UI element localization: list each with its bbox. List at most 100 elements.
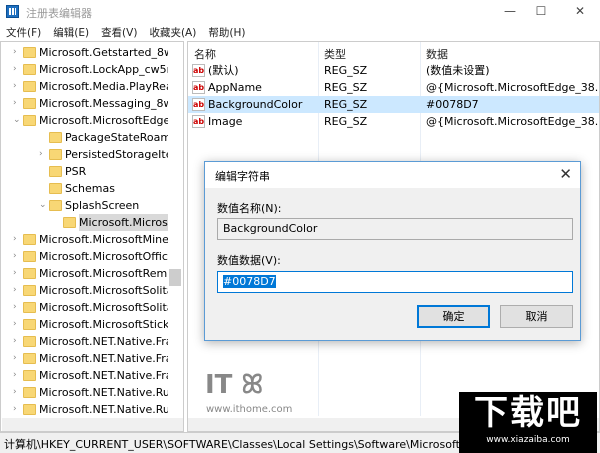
menu-view[interactable]: 查看(V) xyxy=(95,23,143,41)
expand-chevron-icon[interactable]: › xyxy=(13,248,23,265)
folder-icon xyxy=(23,387,36,398)
tree-item-label: Microsoft.MicrosoftOffic xyxy=(39,250,168,263)
tree-item[interactable]: Schemas xyxy=(1,180,167,197)
tree-item-label: Microsoft.Microsc xyxy=(79,214,174,231)
tree-item[interactable]: ⌄ SplashScreen xyxy=(1,197,167,214)
string-value-icon: ab xyxy=(192,64,205,77)
expand-chevron-icon[interactable]: › xyxy=(13,401,23,418)
value-data: #0078D7 xyxy=(426,98,479,111)
tree-item[interactable]: › Microsoft.MicrosoftMine xyxy=(1,231,169,248)
tree-item-label: Microsoft.Getstarted_8w xyxy=(39,46,174,59)
value-name-field: BackgroundColor xyxy=(217,218,573,240)
tree-item[interactable]: › Microsoft.LockApp_cw5r xyxy=(1,61,171,78)
expand-chevron-icon[interactable]: › xyxy=(13,384,23,401)
tree-item-label: SplashScreen xyxy=(65,199,140,212)
value-data-input[interactable]: #0078D7 xyxy=(217,271,573,293)
tree-item-label: Schemas xyxy=(65,182,115,195)
folder-icon xyxy=(23,64,36,75)
maximize-button[interactable]: ☐ xyxy=(526,2,556,20)
expand-chevron-icon[interactable]: › xyxy=(13,316,23,333)
tree-item[interactable]: › Microsoft.Media.PlayRea xyxy=(1,78,173,95)
value-row[interactable]: ab BackgroundColor REG_SZ #0078D7 xyxy=(188,96,599,113)
tree-item-label: PackageStateRoamin xyxy=(65,131,182,144)
menu-file[interactable]: 文件(F) xyxy=(0,23,47,41)
header-data[interactable]: 数据 xyxy=(426,46,448,62)
value-name: AppName xyxy=(208,81,262,94)
tree-item[interactable]: › Microsoft.Messaging_8w xyxy=(1,95,173,112)
tree-item[interactable]: › Microsoft.NET.Native.Ru xyxy=(1,384,170,401)
tree-item[interactable]: › Microsoft.MicrosoftSolita xyxy=(1,299,174,316)
tree-item[interactable]: › Microsoft.NET.Native.Fra xyxy=(1,350,173,367)
expand-chevron-icon[interactable]: › xyxy=(13,350,23,367)
tree-item[interactable]: › Microsoft.MicrosoftOffic xyxy=(1,248,168,265)
tree-item-label: Microsoft.Media.PlayRea xyxy=(39,80,173,93)
folder-icon xyxy=(23,268,36,279)
value-row[interactable]: ab (默认) REG_SZ (数值未设置) xyxy=(188,62,599,79)
string-value-icon: ab xyxy=(192,115,205,128)
value-data: @{Microsoft.MicrosoftEdge_38.143 xyxy=(426,115,600,128)
xiazaiba-url: www.xiazaiba.com xyxy=(486,435,570,445)
folder-icon xyxy=(23,285,36,296)
tree-item[interactable]: › Microsoft.NET.Native.Fra xyxy=(1,367,173,384)
value-row[interactable]: ab Image REG_SZ @{Microsoft.MicrosoftEdge_3… xyxy=(188,113,600,130)
tree-item-label: Microsoft.NET.Native.Fra xyxy=(39,369,173,382)
value-data: (数值未设置) xyxy=(426,64,490,77)
expand-chevron-icon[interactable]: › xyxy=(13,367,23,384)
tree-item[interactable]: › Microsoft.NET.Native.Ru xyxy=(1,401,170,418)
expand-chevron-icon[interactable]: › xyxy=(39,146,49,163)
expand-chevron-icon[interactable]: › xyxy=(13,333,23,350)
tree-item[interactable]: PSR xyxy=(1,163,167,180)
expand-chevron-icon[interactable]: › xyxy=(13,265,23,282)
expand-chevron-icon[interactable]: › xyxy=(13,61,23,78)
xiazaiba-logo: 下载吧 xyxy=(474,393,582,433)
expand-chevron-icon[interactable]: › xyxy=(13,231,23,248)
dialog-title-bar: 编辑字符串 ✕ xyxy=(205,162,580,188)
string-value-icon: ab xyxy=(192,81,205,94)
expand-chevron-icon[interactable]: › xyxy=(13,44,23,61)
tree-item[interactable]: ⌄ Microsoft.MicrosoftEdge xyxy=(1,112,170,129)
folder-icon xyxy=(23,115,36,126)
folder-icon xyxy=(49,149,62,160)
tree-item[interactable]: › Microsoft.Getstarted_8w xyxy=(1,44,173,61)
tree-vertical-scrollbar[interactable] xyxy=(168,44,183,416)
tree-item[interactable]: › Microsoft.MicrosoftSolita xyxy=(1,282,174,299)
tree-item[interactable]: › PersistedStorageItem xyxy=(1,146,183,163)
tree-item[interactable]: Microsoft.Microsc xyxy=(1,214,174,231)
value-name: Image xyxy=(208,115,243,128)
expand-chevron-icon[interactable]: › xyxy=(13,299,23,316)
ok-button[interactable]: 确定 xyxy=(417,305,490,328)
header-type[interactable]: 类型 xyxy=(324,46,346,62)
scroll-thumb[interactable] xyxy=(169,269,181,286)
tree-item-label: Microsoft.NET.Native.Ru xyxy=(39,403,170,416)
value-type: REG_SZ xyxy=(324,115,368,128)
menu-edit[interactable]: 编辑(E) xyxy=(47,23,95,41)
folder-icon xyxy=(49,166,62,177)
folder-icon xyxy=(49,132,62,143)
folder-icon xyxy=(23,319,36,330)
menu-help[interactable]: 帮助(H) xyxy=(202,23,251,41)
minimize-button[interactable]: — xyxy=(495,2,525,20)
expand-chevron-icon[interactable]: › xyxy=(13,95,23,112)
regedit-icon xyxy=(6,5,19,18)
tree-item[interactable]: PackageStateRoamin xyxy=(1,129,181,146)
tree-item-label: PSR xyxy=(65,165,87,178)
expand-chevron-icon[interactable]: › xyxy=(13,78,23,95)
folder-icon xyxy=(23,98,36,109)
tree-horizontal-scrollbar[interactable] xyxy=(2,418,183,431)
tree-item[interactable]: › Microsoft.MicrosoftStick xyxy=(1,316,169,333)
collapse-chevron-icon[interactable]: ⌄ xyxy=(39,197,49,214)
cancel-button[interactable]: 取消 xyxy=(500,305,573,328)
menu-favorites[interactable]: 收藏夹(A) xyxy=(143,23,202,41)
folder-icon xyxy=(23,336,36,347)
dialog-title: 编辑字符串 xyxy=(215,170,270,183)
tree-item[interactable]: › Microsoft.NET.Native.Fra xyxy=(1,333,173,350)
expand-chevron-icon[interactable]: › xyxy=(13,282,23,299)
folder-icon xyxy=(23,81,36,92)
dialog-close-icon[interactable]: ✕ xyxy=(559,165,572,183)
header-name[interactable]: 名称 xyxy=(194,46,216,62)
close-button[interactable]: ✕ xyxy=(565,2,595,20)
value-data-label: 数值数据(V): xyxy=(217,254,281,267)
collapse-chevron-icon[interactable]: ⌄ xyxy=(13,112,23,129)
value-row[interactable]: ab AppName REG_SZ @{Microsoft.MicrosoftEdge… xyxy=(188,79,599,96)
tree-item[interactable]: › Microsoft.MicrosoftRem xyxy=(1,265,167,282)
